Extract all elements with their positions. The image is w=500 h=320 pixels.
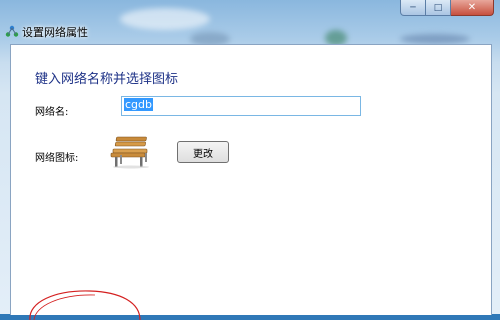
network-icon-label: 网络图标: [35,153,79,164]
dialog-client-area: 键入网络名称并选择图标 网络名: cgdb 网络图标: 更改 [10,44,492,315]
change-icon-button[interactable]: 更改 [177,141,229,163]
close-button[interactable]: ✕ [451,0,494,16]
bench-icon [110,136,149,169]
minimize-button[interactable]: ─ [400,0,426,16]
window-title: 设置网络属性 [22,26,88,39]
maximize-button[interactable]: □ [426,0,451,16]
network-name-value: cgdb [124,98,153,111]
caption-buttons: ─ □ ✕ [400,0,494,16]
network-name-label: 网络名: [35,107,69,118]
title-bar[interactable]: 设置网络属性 ─ □ ✕ [0,0,500,44]
page-title: 键入网络名称并选择图标 [35,72,179,87]
annotation-circle [29,290,141,320]
network-name-input[interactable]: cgdb [121,96,361,116]
network-icon [5,25,19,37]
